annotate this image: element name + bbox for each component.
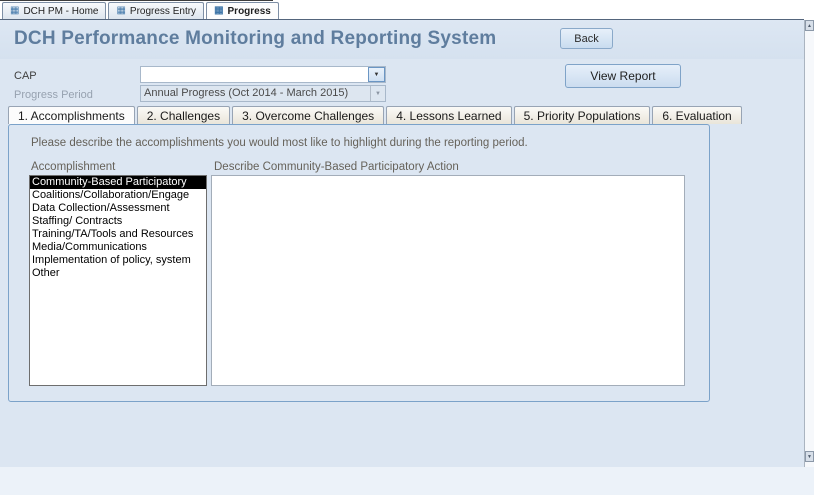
instruction-text: Please describe the accomplishments you … — [31, 137, 528, 149]
tab-2-challenges[interactable]: 2. Challenges — [137, 106, 230, 124]
describe-action-textarea[interactable] — [211, 175, 685, 386]
list-item-staffing-contracts[interactable]: Staffing/ Contracts — [30, 215, 206, 228]
list-item-implementation-of-policy-system[interactable]: Implementation of policy, system — [30, 254, 206, 267]
bottom-band — [0, 467, 814, 495]
document-tab-bar: ▦ DCH PM - Home ▦ Progress Entry ▦ Progress — [0, 1, 804, 20]
document-tab-progress[interactable]: ▦ Progress — [206, 2, 279, 19]
describe-action-label: Describe Community-Based Participatory A… — [214, 161, 459, 173]
list-item-other[interactable]: Other — [30, 267, 206, 280]
chevron-down-icon: ▼ — [375, 91, 381, 97]
tab-6-evaluation[interactable]: 6. Evaluation — [652, 106, 741, 124]
tab-5-priority-populations[interactable]: 5. Priority Populations — [514, 106, 651, 124]
progress-period-combobox-value: Annual Progress (Oct 2014 - March 2015) — [141, 86, 385, 101]
page-title: DCH Performance Monitoring and Reporting… — [14, 28, 496, 50]
form-icon: ▦ — [116, 6, 125, 16]
chevron-down-icon: ▼ — [374, 72, 380, 78]
cap-combobox-value — [141, 67, 385, 82]
progress-period-combobox[interactable]: Annual Progress (Oct 2014 - March 2015) … — [140, 85, 386, 102]
list-item-community-based-participatory[interactable]: Community-Based Participatory — [30, 176, 206, 189]
tab-1-accomplishments[interactable]: 1. Accomplishments — [8, 106, 135, 124]
cap-dropdown-button[interactable]: ▼ — [368, 67, 385, 82]
list-item-training-ta-tools-and-resources[interactable]: Training/TA/Tools and Resources — [30, 228, 206, 241]
view-report-button[interactable]: View Report — [565, 64, 681, 88]
scroll-down-icon: ▼ — [807, 454, 812, 460]
cap-combobox[interactable]: ▼ — [140, 66, 386, 83]
vertical-scrollbar[interactable]: ▲ ▼ — [804, 20, 814, 468]
document-tab-label: Progress — [228, 6, 271, 17]
list-item-data-collection-assessment[interactable]: Data Collection/Assessment — [30, 202, 206, 215]
accomplishment-label: Accomplishment — [31, 161, 115, 173]
header: DCH Performance Monitoring and Reporting… — [0, 20, 804, 59]
back-button[interactable]: Back — [560, 28, 613, 49]
section-tab-strip: 1. Accomplishments2. Challenges3. Overco… — [8, 106, 744, 124]
form-area: CAP ▼ Progress Period Annual Progress (O… — [0, 59, 804, 467]
accomplishment-listbox[interactable]: Community-Based ParticipatoryCoalitions/… — [29, 175, 207, 386]
scroll-up-button[interactable]: ▲ — [805, 20, 814, 31]
document-tab-label: DCH PM - Home — [23, 6, 98, 17]
document-tab-label: Progress Entry — [130, 6, 196, 17]
list-item-media-communications[interactable]: Media/Communications — [30, 241, 206, 254]
cap-label: CAP — [14, 70, 37, 82]
scroll-down-button[interactable]: ▼ — [805, 451, 814, 462]
document-tab-dch-pm-home[interactable]: ▦ DCH PM - Home — [2, 2, 106, 19]
form-icon: ▦ — [214, 6, 223, 16]
tab-4-lessons-learned[interactable]: 4. Lessons Learned — [386, 106, 511, 124]
progress-period-label: Progress Period — [14, 89, 93, 101]
progress-period-dropdown-button[interactable]: ▼ — [370, 86, 385, 101]
document-tab-progress-entry[interactable]: ▦ Progress Entry — [108, 2, 204, 19]
tab-3-overcome-challenges[interactable]: 3. Overcome Challenges — [232, 106, 384, 124]
list-item-coalitions-collaboration-engage[interactable]: Coalitions/Collaboration/Engage — [30, 189, 206, 202]
accomplishments-tab-panel: Please describe the accomplishments you … — [8, 124, 710, 402]
scroll-up-icon: ▲ — [807, 23, 812, 29]
form-icon: ▦ — [10, 6, 19, 16]
